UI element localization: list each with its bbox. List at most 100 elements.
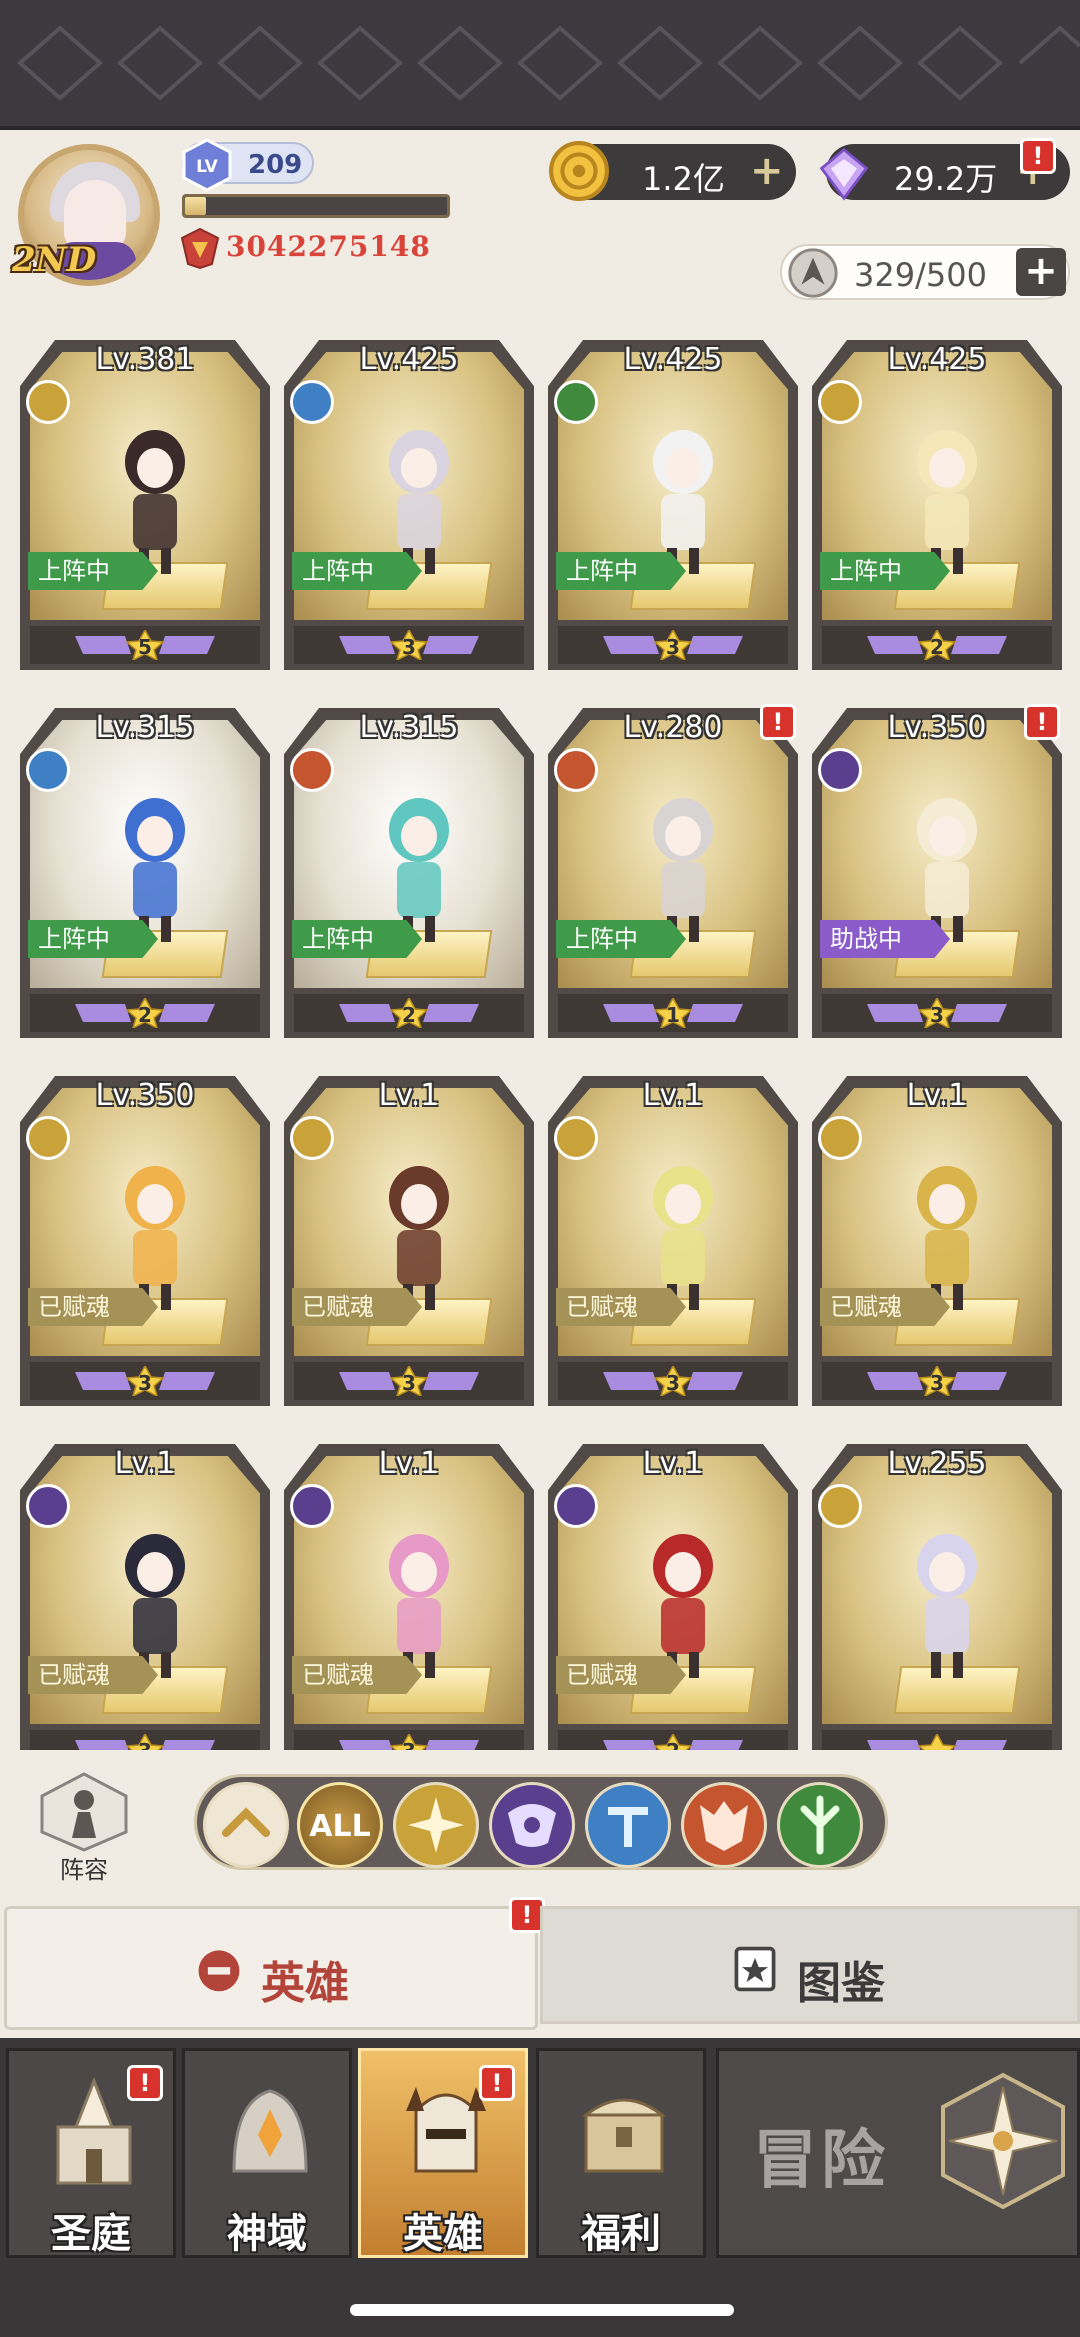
hero-star-count: 2 xyxy=(402,1003,416,1027)
chess-pawn-icon xyxy=(40,1772,128,1852)
lineup-label: 阵容 xyxy=(60,1856,108,1884)
top-decor-band xyxy=(0,0,1080,130)
hero-star-count: 3 xyxy=(930,1003,944,1027)
hero-card[interactable]: Lv.1 已赋魂 3 xyxy=(548,1066,798,1406)
hero-star-count: 5 xyxy=(138,635,152,659)
hero-star-count: 3 xyxy=(666,635,680,659)
filter-light-button[interactable] xyxy=(393,1782,479,1868)
diamond-pattern xyxy=(16,25,1080,101)
hero-status-tag: 已赋魂 xyxy=(292,1288,422,1326)
dark-faction-icon xyxy=(26,1484,70,1528)
tab-collection[interactable]: 图鉴 xyxy=(540,1906,1080,2024)
hero-card[interactable]: Lv.350 已赋魂 3 xyxy=(20,1066,270,1406)
nav-sanctuary-alert: ! xyxy=(127,2065,163,2101)
gold-add-icon[interactable]: + xyxy=(750,148,784,194)
hero-card[interactable]: Lv.315 上阵中 2 xyxy=(284,698,534,1038)
hero-level: Lv.381 xyxy=(95,342,195,377)
hero-status-tag: 已赋魂 xyxy=(556,1288,686,1326)
hero-sprite xyxy=(917,1534,977,1678)
hero-status-tag: 上阵中 xyxy=(556,920,686,958)
hero-level: Lv.1 xyxy=(642,1446,704,1481)
nav-heroes-alert: ! xyxy=(479,2065,515,2101)
shrine-icon xyxy=(232,2089,308,2173)
filter-all-button[interactable]: ALL xyxy=(297,1782,383,1868)
sort-toggle-button[interactable] xyxy=(203,1782,289,1868)
hero-capacity[interactable]: 329/500 + xyxy=(780,244,1070,300)
helmet-icon xyxy=(198,1950,240,1992)
filter-dark-button[interactable] xyxy=(489,1782,575,1868)
hero-star-count: 3 xyxy=(930,1371,944,1395)
lineup-button[interactable]: 阵容 xyxy=(32,1772,136,1884)
nav-sanctuary[interactable]: 圣庭 ! xyxy=(6,2048,176,2258)
hero-star-count: 3 xyxy=(666,1371,680,1395)
hero-card[interactable]: Lv.1 已赋魂 3 xyxy=(20,1434,270,1750)
fire-faction-icon xyxy=(290,748,334,792)
combat-power-value: 3042275148 xyxy=(226,230,431,263)
water-faction-icon xyxy=(26,748,70,792)
hero-status-tag: 上阵中 xyxy=(28,552,158,590)
filter-fire-button[interactable] xyxy=(681,1782,767,1868)
hero-star-count: 3 xyxy=(20,1730,270,1750)
hero-star-count: 1 xyxy=(666,1003,680,1027)
hero-star-count: 3 xyxy=(402,1371,416,1395)
hero-alert-badge: ! xyxy=(760,704,796,740)
hero-status-tag: 上阵中 xyxy=(292,920,422,958)
chevron-up-icon xyxy=(222,1807,270,1837)
nav-sanctuary-label: 圣庭 xyxy=(51,2211,131,2257)
hero-star-count: 3 xyxy=(138,1371,152,1395)
light-faction-icon xyxy=(26,1116,70,1160)
filter-water-button[interactable] xyxy=(585,1782,671,1868)
nav-divine-realm[interactable]: 神域 xyxy=(182,2048,352,2258)
dark-faction-icon xyxy=(818,748,862,792)
hero-card[interactable]: Lv.425 上阵中 2 xyxy=(812,330,1062,670)
hero-star-count: 3 xyxy=(402,635,416,659)
hero-card[interactable]: Lv.425 上阵中 3 xyxy=(284,330,534,670)
hero-card[interactable]: Lv.1 已赋魂 3 xyxy=(812,1066,1062,1406)
nav-welfare[interactable]: 福利 xyxy=(536,2048,706,2258)
hero-card[interactable]: Lv.381 上阵中 5 xyxy=(20,330,270,670)
nav-adventure[interactable]: 冒险 xyxy=(716,2048,1080,2258)
nav-adventure-label: 冒险 xyxy=(753,2124,889,2198)
nav-heroes[interactable]: 英雄 ! xyxy=(358,2048,528,2258)
hero-status-tag: 上阵中 xyxy=(28,920,158,958)
hero-card[interactable]: Lv.1 已赋魂 2 xyxy=(548,1434,798,1750)
level-hex-icon: LV xyxy=(182,138,232,192)
tab-hero[interactable]: 英雄 ! xyxy=(4,1897,545,2030)
hero-card[interactable]: Lv.350 助战中 3! xyxy=(812,698,1062,1038)
hero-status-tag: 上阵中 xyxy=(556,552,686,590)
diamond-alert-badge: ! xyxy=(1020,138,1056,174)
gold-value: 1.2亿 xyxy=(642,160,725,198)
svg-text:LV: LV xyxy=(196,157,218,177)
hero-card[interactable]: Lv.315 上阵中 2 xyxy=(20,698,270,1038)
player-header: 2ND LV 209 3042275148 1.2亿 + 29.2万 + ! xyxy=(0,130,1080,330)
hero-card[interactable]: Lv.280 上阵中 1! xyxy=(548,698,798,1038)
nav-divine-realm-label: 神域 xyxy=(227,2211,307,2257)
nature-faction-icon xyxy=(800,1795,840,1855)
diamond-icon xyxy=(819,147,869,201)
hero-status-tag: 已赋魂 xyxy=(28,1656,158,1694)
exp-bar-fill xyxy=(185,197,206,215)
hero-card[interactable]: Lv.255 xyxy=(812,1434,1062,1750)
hero-card[interactable]: Lv.1 已赋魂 3 xyxy=(284,1066,534,1406)
water-faction-icon xyxy=(608,1807,648,1847)
hero-level: Lv.315 xyxy=(95,710,195,745)
filter-row: 阵容 ALL xyxy=(0,1760,1080,1884)
hero-capacity-add-button[interactable]: + xyxy=(1016,248,1066,296)
player-avatar[interactable]: 2ND xyxy=(12,144,172,294)
tab-collection-label: 图鉴 xyxy=(797,1958,885,2009)
hero-status-tag: 已赋魂 xyxy=(820,1288,950,1326)
filter-nature-button[interactable] xyxy=(777,1782,863,1868)
compass-icon xyxy=(941,2072,1065,2210)
hero-card[interactable]: Lv.1 已赋魂 3 xyxy=(284,1434,534,1750)
hero-status-tag: 上阵中 xyxy=(820,552,950,590)
book-star-icon xyxy=(734,1946,776,1992)
hero-level: Lv.350 xyxy=(95,1078,195,1113)
hero-level: Lv.425 xyxy=(887,342,987,377)
hero-level: Lv.255 xyxy=(887,1446,987,1481)
nav-heroes-label: 英雄 xyxy=(403,2211,483,2257)
hero-card[interactable]: Lv.425 上阵中 3 xyxy=(548,330,798,670)
hero-star-count: 2 xyxy=(930,635,944,659)
treasure-chest-icon xyxy=(581,2098,667,2173)
hero-alert-badge: ! xyxy=(1024,704,1060,740)
filter-all-label: ALL xyxy=(309,1809,371,1844)
